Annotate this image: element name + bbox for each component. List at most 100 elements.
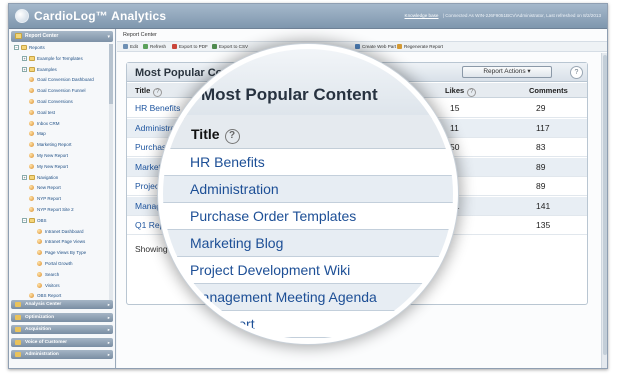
magnified-content-title-link[interactable]: Administration: [190, 181, 279, 197]
report-icon: [37, 271, 42, 277]
sidebar-section-acquisition[interactable]: Acquisition ▸: [11, 325, 113, 334]
sidebar-section-voice-of-customer[interactable]: Voice of Customer ▸: [11, 337, 113, 347]
column-title-label: Title: [135, 86, 151, 95]
report-icon: [37, 228, 42, 234]
magnified-widget-header: Most Popular Content: [163, 49, 453, 119]
tree-item-label: Intranet Dashboard: [45, 228, 84, 234]
sidebar-section-analysis-center[interactable]: Analysis Center ▸: [11, 300, 113, 309]
folder-icon: [29, 55, 35, 61]
comments-count: 89: [536, 181, 546, 191]
report-icon: [29, 99, 34, 104]
comments-count: 141: [536, 200, 551, 211]
comments-count: 117: [536, 122, 550, 133]
toolbar-button-edit[interactable]: Edit: [123, 44, 138, 49]
connection-status: | Connected As WIN-2J6F9051BCV\Administr…: [442, 13, 601, 18]
tree-item-label: Reports: [29, 45, 45, 50]
content-scroll-thumb[interactable]: [603, 55, 607, 355]
column-header-comments[interactable]: Comments: [529, 86, 568, 95]
report-icon: [37, 239, 42, 245]
folder-icon: [29, 66, 35, 72]
report-icon: [29, 109, 34, 115]
knowledge-base-link[interactable]: Knowledge base: [405, 13, 439, 18]
magnified-table-row[interactable]: Q1 Report: [163, 311, 453, 338]
tree-item-label: Map: [37, 131, 46, 137]
sidebar-header-label: Report Center: [25, 33, 59, 39]
comments-count: 29: [536, 103, 546, 113]
tree-item-label: Example for Templates: [37, 55, 83, 61]
collapse-icon[interactable]: −: [22, 217, 27, 223]
magnified-content-title-link[interactable]: Project Development Wiki: [190, 262, 350, 278]
chevron-right-icon: ▸: [107, 327, 110, 332]
expand-icon[interactable]: +: [22, 174, 27, 180]
sidebar-section-administration[interactable]: Administration ▸: [11, 350, 113, 359]
collapse-icon[interactable]: −: [14, 45, 19, 50]
column-header-title[interactable]: Title?: [135, 86, 163, 97]
tree-item-label: Search: [45, 271, 60, 277]
help-icon[interactable]: ?: [467, 88, 477, 97]
chevron-down-icon: ▾: [107, 34, 110, 40]
report-icon: [29, 196, 34, 202]
magnified-column-title-label: Title: [191, 126, 220, 142]
magnified-table-row[interactable]: Management Meeting Agenda: [163, 284, 453, 311]
magnified-table-row[interactable]: HR Benefits: [163, 149, 453, 176]
tree-item-label: OBS: [37, 217, 47, 223]
comments-count: 89: [536, 161, 546, 172]
magnified-table-row[interactable]: Project Development Wiki: [163, 257, 453, 284]
report-icon: [29, 120, 34, 126]
tree-item-label: My New Report: [37, 163, 69, 169]
comments-count: 135: [536, 220, 551, 230]
report-actions-button[interactable]: Report Actions ▾: [462, 66, 552, 78]
breadcrumb: Report Center: [123, 32, 157, 38]
sidebar-scroll-thumb[interactable]: [109, 44, 113, 104]
sidebar: Report Center ▾ − Reports + Example for Tem…: [9, 29, 116, 368]
sidebar-section-label: Acquisition: [25, 327, 52, 332]
magnified-table-row[interactable]: Marketing Blog: [163, 230, 453, 257]
tree-item-label: NYP Report: [37, 196, 61, 202]
edit-icon: [123, 44, 128, 49]
expand-icon[interactable]: +: [22, 55, 27, 61]
sidebar-section-label: Voice of Customer: [25, 339, 68, 345]
cardiolog-logo-icon: [15, 9, 29, 23]
comments-count: 83: [536, 142, 546, 152]
magnified-table-row[interactable]: Administration: [163, 176, 453, 203]
report-icon: [29, 77, 34, 83]
tree-item-label: Visitors: [45, 282, 60, 288]
chevron-right-icon: ▸: [107, 314, 110, 320]
magnifier-content: Most Popular Content Title? HR Benefits A…: [163, 49, 453, 339]
report-icon: [29, 142, 34, 148]
report-icon: [29, 293, 34, 299]
tree-item-label: My New Report: [37, 153, 69, 158]
section-icon: [15, 327, 21, 332]
magnified-column-title[interactable]: Title?: [191, 126, 240, 144]
magnified-content-title-link[interactable]: HR Benefits: [190, 154, 265, 170]
magnified-content-title-link[interactable]: Marketing Blog: [190, 235, 283, 251]
sidebar-scrollbar[interactable]: [109, 44, 113, 306]
expand-icon[interactable]: +: [22, 66, 27, 72]
sidebar-section-label: Analysis Center: [25, 302, 62, 307]
report-icon: [29, 153, 34, 158]
tree-item-label: Goal Conversions: [37, 99, 73, 104]
folder-icon: [21, 45, 27, 50]
toolbar-button-label: Edit: [130, 44, 138, 49]
report-icon: [29, 163, 34, 169]
chevron-right-icon: ▸: [107, 352, 110, 357]
content-scrollbar[interactable]: [601, 53, 607, 368]
sidebar-header-report-center[interactable]: Report Center ▾: [11, 31, 113, 42]
magnified-table-row[interactable]: Purchase Order Templates: [163, 203, 453, 230]
help-icon[interactable]: ?: [153, 88, 163, 97]
app-header: CardioLog™ Analytics Knowledge base | Co…: [9, 4, 607, 29]
tree-item-label: OBS Report: [37, 293, 62, 299]
help-icon[interactable]: ?: [224, 129, 240, 144]
sidebar-section-label: Administration: [25, 352, 59, 357]
sidebar-section-optimization[interactable]: Optimization ▸: [11, 312, 113, 322]
folder-icon: [15, 33, 22, 39]
magnified-content-title-link[interactable]: Management Meeting Agenda: [190, 289, 377, 305]
tree-item-label: Navigation: [37, 174, 59, 180]
help-icon[interactable]: ?: [570, 66, 583, 79]
magnified-widget-title: Most Popular Content: [201, 85, 378, 104]
section-icon: [15, 302, 21, 307]
magnified-content-title-link[interactable]: Purchase Order Templates: [190, 208, 356, 224]
magnified-content-title-link[interactable]: Q1 Report: [190, 316, 255, 332]
tree-item-label: New Report: [37, 185, 61, 191]
tree-item-label: Page Views By Type: [45, 250, 87, 256]
